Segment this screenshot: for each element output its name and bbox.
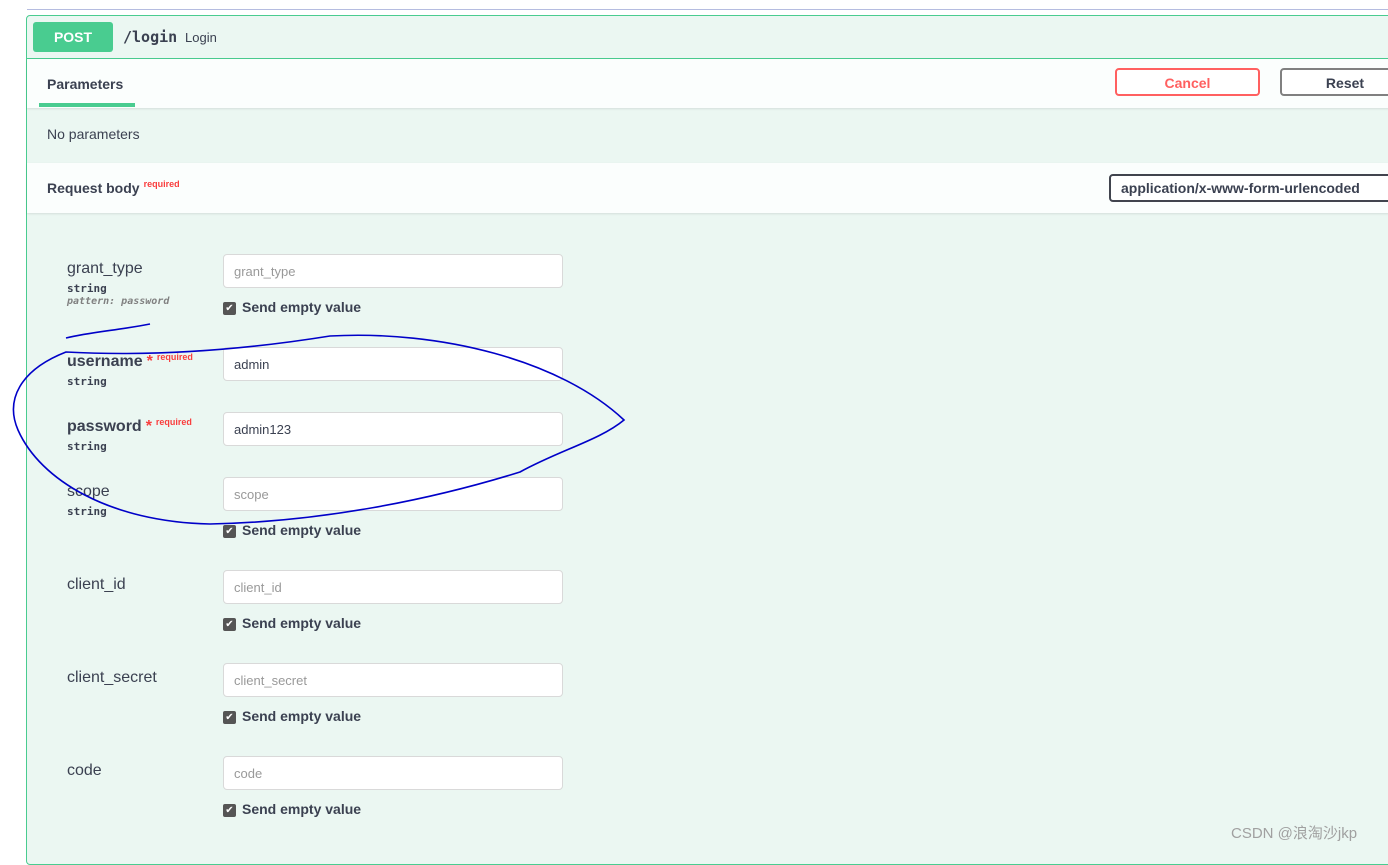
field-type: string: [67, 375, 107, 388]
checkbox-checked-icon[interactable]: ✔: [223, 618, 236, 631]
field-name: code: [67, 762, 102, 779]
method-badge: POST: [33, 22, 113, 52]
field-name: password * required: [67, 417, 192, 436]
tab-parameters[interactable]: Parameters: [47, 76, 123, 92]
checkbox-checked-icon[interactable]: ✔: [223, 804, 236, 817]
send-empty-checkbox[interactable]: ✔ Send empty value: [223, 522, 361, 538]
send-empty-checkbox[interactable]: ✔ Send empty value: [223, 801, 361, 817]
field-name: username * required: [67, 352, 193, 371]
field-name-text: password: [67, 418, 142, 435]
watermark: CSDN @浪淘沙jkp: [1231, 825, 1358, 842]
send-empty-checkbox[interactable]: ✔ Send empty value: [223, 708, 361, 724]
required-marker: required: [143, 179, 180, 189]
field-name: grant_type: [67, 260, 143, 277]
checkbox-checked-icon[interactable]: ✔: [223, 302, 236, 315]
send-empty-label: Send empty value: [242, 299, 362, 315]
cancel-button[interactable]: Cancel: [1115, 68, 1260, 96]
field-pattern: pattern: password: [67, 296, 170, 307]
operation-summary[interactable]: POST /login Login: [27, 16, 1388, 59]
parameters-header: Parameters Cancel Reset: [27, 59, 1388, 108]
send-empty-label: Send empty value: [242, 522, 362, 538]
field-name: scope: [67, 483, 110, 500]
send-empty-label: Send empty value: [242, 801, 362, 817]
tab-active-indicator: [39, 103, 135, 107]
username-input[interactable]: [223, 347, 563, 381]
top-divider: [27, 9, 1388, 10]
field-name: client_secret: [67, 669, 157, 686]
field-name: client_id: [67, 576, 126, 593]
grant-type-input[interactable]: [223, 254, 563, 288]
required-star: *: [146, 353, 153, 370]
reset-button[interactable]: Reset: [1280, 68, 1388, 96]
field-type: string: [67, 282, 107, 295]
checkbox-checked-icon[interactable]: ✔: [223, 711, 236, 724]
scope-input[interactable]: [223, 477, 563, 511]
password-input[interactable]: [223, 412, 563, 446]
client-id-input[interactable]: [223, 570, 563, 604]
request-body-label: Request body: [47, 180, 140, 196]
checkbox-checked-icon[interactable]: ✔: [223, 525, 236, 538]
endpoint-path: /login: [123, 28, 178, 46]
content-type-select[interactable]: application/x-www-form-urlencoded: [1109, 174, 1388, 202]
request-body-title: Request body required: [47, 179, 180, 196]
send-empty-checkbox[interactable]: ✔ Send empty value: [223, 299, 361, 315]
required-marker: required: [156, 352, 193, 362]
field-name-text: username: [67, 353, 143, 370]
field-type: string: [67, 505, 107, 518]
send-empty-label: Send empty value: [242, 708, 362, 724]
endpoint-summary: Login: [185, 30, 217, 45]
send-empty-checkbox[interactable]: ✔ Send empty value: [223, 615, 361, 631]
required-marker: required: [155, 417, 192, 427]
required-star: *: [145, 418, 152, 435]
client-secret-input[interactable]: [223, 663, 563, 697]
field-type: string: [67, 440, 107, 453]
operation-block-post-login: POST /login Login Parameters Cancel Rese…: [26, 15, 1388, 865]
send-empty-label: Send empty value: [242, 615, 362, 631]
no-parameters-text: No parameters: [47, 126, 140, 142]
request-body-header: Request body required application/x-www-f…: [27, 163, 1388, 213]
code-input[interactable]: [223, 756, 563, 790]
